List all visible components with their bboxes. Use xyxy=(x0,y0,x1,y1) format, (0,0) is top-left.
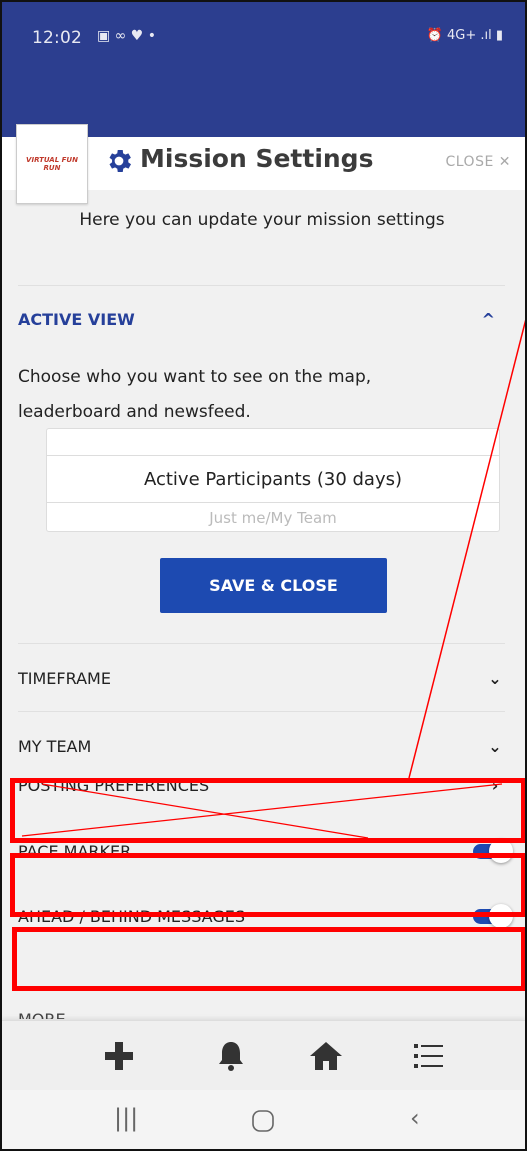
gear-icon xyxy=(109,150,131,172)
picker-blank-row xyxy=(47,429,499,455)
divider xyxy=(18,285,505,286)
annotation-box xyxy=(12,927,525,991)
home-circle-icon[interactable] xyxy=(250,1108,276,1134)
bell-icon[interactable] xyxy=(211,1036,251,1076)
section-more[interactable]: MORE xyxy=(18,1010,66,1019)
save-close-button[interactable]: SAVE & CLOSE xyxy=(160,558,387,613)
picker-option[interactable]: Just me/My Team xyxy=(47,503,499,533)
annotation-box xyxy=(10,853,525,917)
picker-option-selected[interactable]: Active Participants (30 days) xyxy=(47,455,499,503)
system-nav: ||| ‹ xyxy=(2,1090,525,1149)
signal-icons: ⏰ 4G+ .ıl ▮ xyxy=(426,28,503,43)
section-active-view-title[interactable]: ACTIVE VIEW xyxy=(18,310,135,329)
chevron-up-icon[interactable]: ^ xyxy=(482,310,495,329)
phone-frame: 12:02 ▣ ∞ ♥ • ⏰ 4G+ .ıl ▮ VIRTUAL FUN RU… xyxy=(0,0,527,1151)
home-icon[interactable] xyxy=(306,1036,346,1076)
recent-apps-icon[interactable]: ||| xyxy=(114,1104,138,1132)
active-view-picker[interactable]: Active Participants (30 days) Just me/My… xyxy=(46,428,500,532)
notification-icons: ▣ ∞ ♥ • xyxy=(97,28,157,44)
status-bar: 12:02 ▣ ∞ ♥ • ⏰ 4G+ .ıl ▮ xyxy=(2,2,525,137)
bottom-nav xyxy=(2,1020,525,1090)
list-icon[interactable] xyxy=(408,1036,448,1076)
active-view-description: Choose who you want to see on the map, l… xyxy=(18,367,372,422)
intro-text: Here you can update your mission setting… xyxy=(79,210,445,230)
section-timeframe[interactable]: TIMEFRAME ⌄ xyxy=(18,644,505,712)
plus-icon[interactable] xyxy=(99,1036,139,1076)
chevron-down-icon: ⌄ xyxy=(488,668,502,688)
section-label: TIMEFRAME xyxy=(18,668,111,688)
annotation-box xyxy=(10,778,525,843)
status-time: 12:02 xyxy=(32,28,82,48)
app-logo: VIRTUAL FUN RUN xyxy=(16,124,88,204)
close-button[interactable]: CLOSE ✕ xyxy=(445,154,511,170)
back-icon[interactable]: ‹ xyxy=(410,1104,420,1132)
modal-title: Mission Settings xyxy=(140,144,374,173)
